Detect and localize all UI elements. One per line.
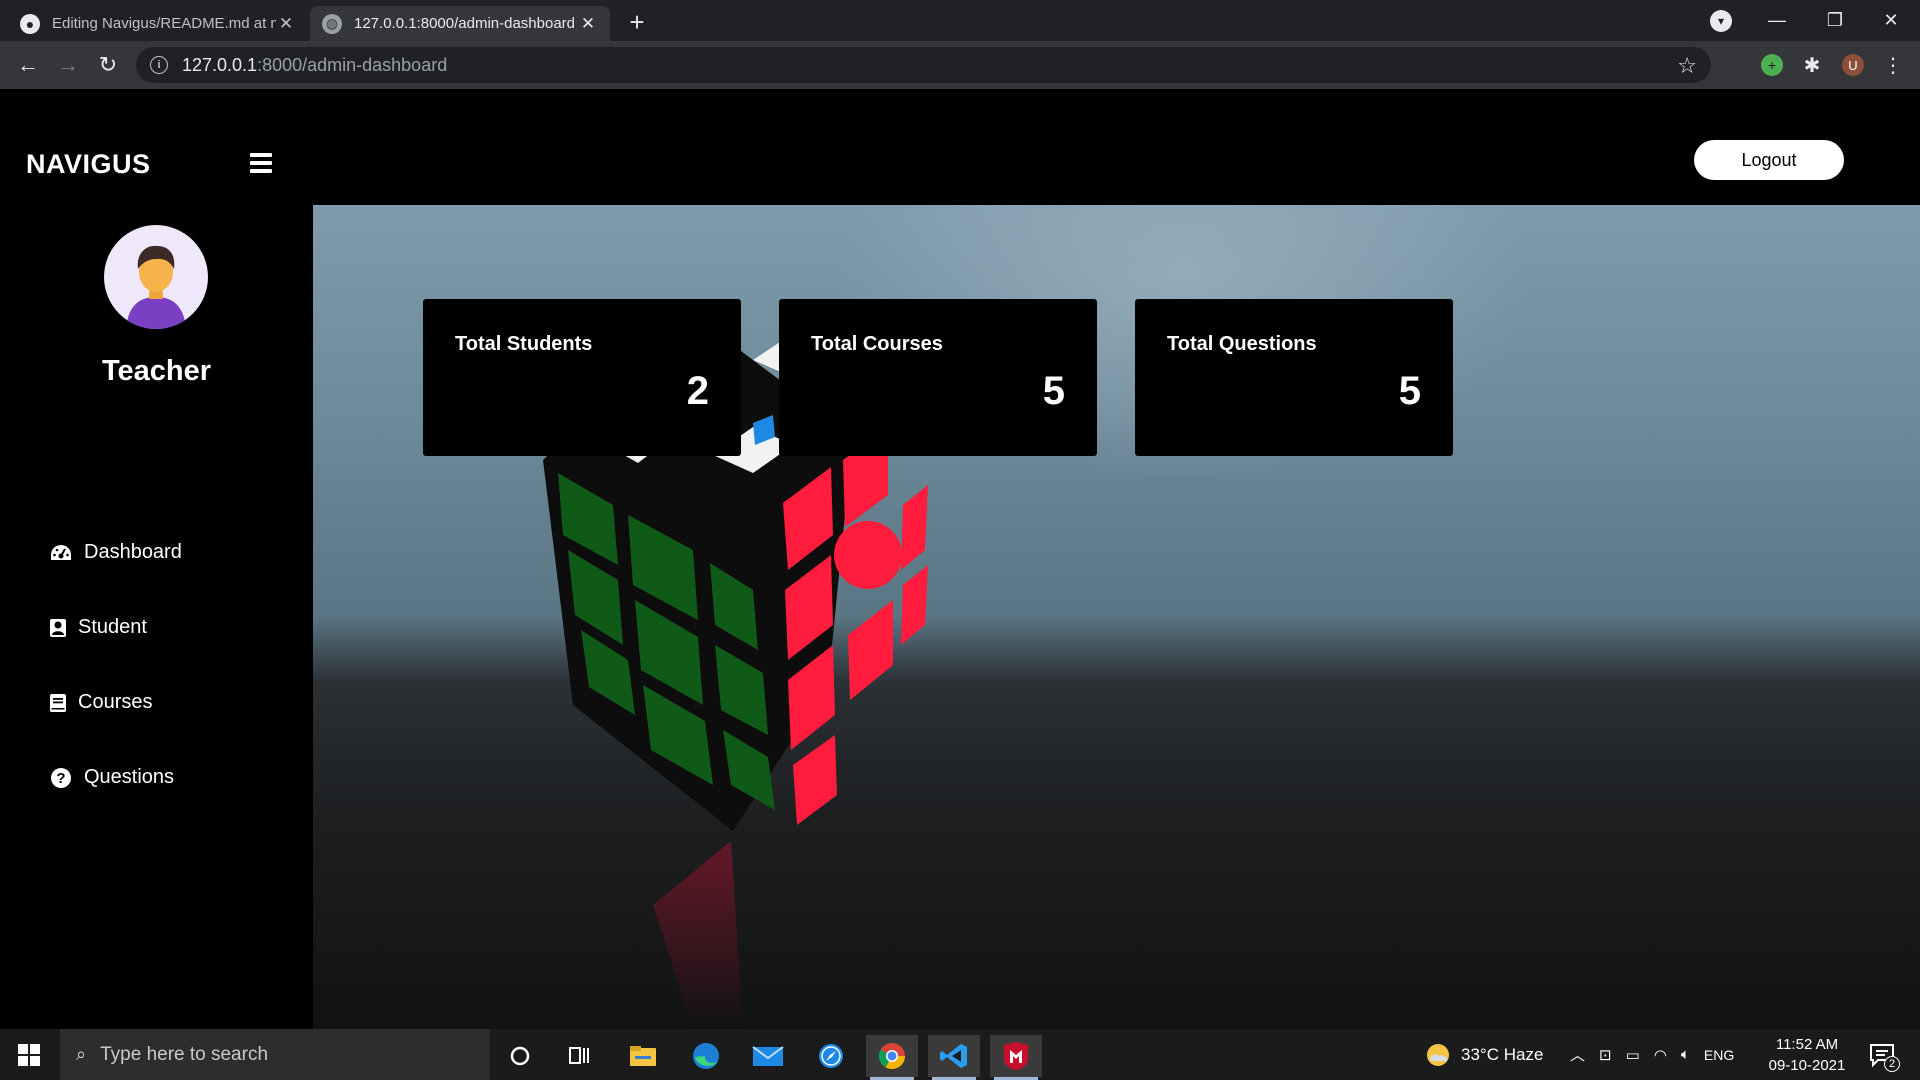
tab-readme[interactable]: ● Editing Navigus/README.md at master ✕ — [8, 6, 308, 41]
weather-text: 33°C Haze — [1461, 1044, 1544, 1064]
hamburger-menu-icon[interactable] — [250, 153, 272, 173]
dashboard-content: Total Students 2 Total Courses 5 Total Q… — [313, 205, 1920, 1029]
sidebar-item-courses[interactable]: Courses — [48, 691, 152, 714]
student-icon — [48, 617, 68, 639]
tab-search-icon[interactable]: ▾ — [1710, 10, 1732, 32]
battery-icon[interactable]: ▭ — [1626, 1046, 1640, 1064]
browser-tab-bar: ● Editing Navigus/README.md at master ✕ … — [0, 0, 1920, 41]
sidebar-item-label: Dashboard — [84, 541, 182, 563]
mail-icon[interactable] — [742, 1035, 794, 1077]
stat-label: Total Questions — [1167, 333, 1317, 355]
back-button[interactable]: ← — [12, 49, 44, 81]
task-view-icon[interactable] — [554, 1035, 606, 1077]
system-tray: ︿ ⊡ ▭ ◠ 🔈︎ ENG — [1570, 1029, 1734, 1080]
meet-now-icon[interactable]: ⊡ — [1599, 1046, 1612, 1064]
vscode-icon[interactable] — [928, 1035, 980, 1080]
chrome-icon[interactable] — [866, 1035, 918, 1080]
clock-date: 09-10-2021 — [1768, 1057, 1846, 1074]
language-indicator[interactable]: ENG — [1704, 1047, 1734, 1063]
question-circle-icon: ? — [48, 767, 74, 789]
github-icon: ● — [20, 13, 40, 34]
sidebar-item-dashboard[interactable]: Dashboard — [48, 541, 182, 564]
profile-avatar[interactable]: U — [1842, 54, 1864, 76]
windows-start-icon[interactable] — [18, 1044, 40, 1066]
sidebar-item-label: Questions — [84, 766, 175, 788]
user-avatar — [104, 225, 208, 329]
notifications-button[interactable]: 2 — [1868, 1029, 1900, 1080]
sidebar-item-questions[interactable]: ? Questions — [48, 766, 174, 789]
notification-count: 2 — [1884, 1056, 1900, 1072]
search-placeholder: Type here to search — [100, 1043, 269, 1065]
stat-value: 5 — [1042, 369, 1065, 413]
sidebar-item-label: Courses — [78, 691, 153, 713]
stat-value: 2 — [686, 369, 709, 413]
mcafee-icon[interactable] — [990, 1035, 1042, 1080]
close-tab-icon[interactable]: ✕ — [276, 14, 296, 34]
url-host: 127.0.0.1 — [182, 54, 258, 75]
extensions-puzzle-icon[interactable]: ✱ — [1801, 54, 1823, 77]
stat-label: Total Courses — [811, 333, 943, 355]
stat-label: Total Students — [455, 333, 593, 355]
reload-button[interactable]: ↻ — [92, 49, 124, 81]
safari-compass-icon[interactable] — [805, 1035, 857, 1077]
weather-sun-icon — [1427, 1043, 1449, 1066]
stat-value: 5 — [1398, 369, 1421, 413]
volume-icon[interactable]: 🔈︎ — [1681, 1046, 1690, 1063]
stat-card-students[interactable]: Total Students 2 — [423, 299, 741, 456]
sidebar-item-label: Student — [78, 616, 147, 638]
logout-button[interactable]: Logout — [1694, 140, 1844, 180]
stat-card-questions[interactable]: Total Questions 5 — [1135, 299, 1453, 456]
close-tab-icon[interactable]: ✕ — [578, 14, 598, 34]
stat-card-courses[interactable]: Total Courses 5 — [779, 299, 1097, 456]
url-path: :8000/admin-dashboard — [257, 54, 448, 75]
browser-menu-icon[interactable]: ⋮ — [1882, 54, 1904, 77]
search-icon: ⌕ — [76, 1044, 87, 1064]
top-navbar: NAVIGUS Logout — [0, 89, 1920, 205]
web-page: NAVIGUS Logout Teacher Dashboard Student — [0, 89, 1920, 1029]
wifi-icon[interactable]: ◠ — [1654, 1046, 1667, 1064]
weather-widget[interactable]: 33°C Haze — [1425, 1029, 1543, 1080]
forward-button[interactable]: → — [52, 49, 84, 81]
browser-toolbar: ← → ↻ i 127.0.0.1:8000/admin-dashboard ☆… — [0, 41, 1920, 89]
address-bar[interactable]: i 127.0.0.1:8000/admin-dashboard ☆ — [136, 47, 1711, 83]
svg-text:?: ? — [56, 770, 65, 787]
bookmark-star-icon[interactable]: ☆ — [1677, 53, 1697, 79]
new-tab-button[interactable]: + — [622, 7, 652, 38]
close-window-button[interactable]: ✕ — [1862, 0, 1920, 41]
book-icon — [48, 692, 68, 714]
windows-taskbar: ⌕ Type here to search 33°C Haze ︿ ⊡ ▭ ◠ … — [0, 1029, 1920, 1080]
globe-icon: ◍ — [322, 13, 342, 34]
cortana-icon[interactable] — [494, 1035, 546, 1077]
sidebar: Teacher Dashboard Student Courses ? Ques… — [0, 205, 313, 1029]
restore-button[interactable]: ❐ — [1806, 0, 1864, 41]
tab-title: 127.0.0.1:8000/admin-dashboard — [354, 15, 576, 32]
tab-title: Editing Navigus/README.md at master — [52, 15, 276, 32]
file-explorer-icon[interactable] — [617, 1035, 669, 1077]
tab-admin-dashboard[interactable]: ◍ 127.0.0.1:8000/admin-dashboard ✕ — [310, 6, 610, 41]
taskbar-search-box[interactable]: ⌕ Type here to search — [60, 1029, 490, 1080]
clock-time: 11:52 AM — [1775, 1036, 1839, 1053]
gauge-icon — [48, 542, 74, 564]
chevron-up-icon[interactable]: ︿ — [1570, 1044, 1585, 1065]
sidebar-item-student[interactable]: Student — [48, 616, 147, 639]
extension-plus-icon[interactable]: + — [1761, 54, 1783, 76]
minimize-button[interactable]: — — [1748, 0, 1806, 41]
edge-browser-icon[interactable] — [680, 1035, 732, 1077]
clock[interactable]: 11:52 AM 09-10-2021 — [1762, 1034, 1852, 1076]
user-role: Teacher — [101, 355, 212, 387]
site-info-icon[interactable]: i — [150, 56, 168, 74]
brand-logo[interactable]: NAVIGUS — [26, 149, 151, 180]
